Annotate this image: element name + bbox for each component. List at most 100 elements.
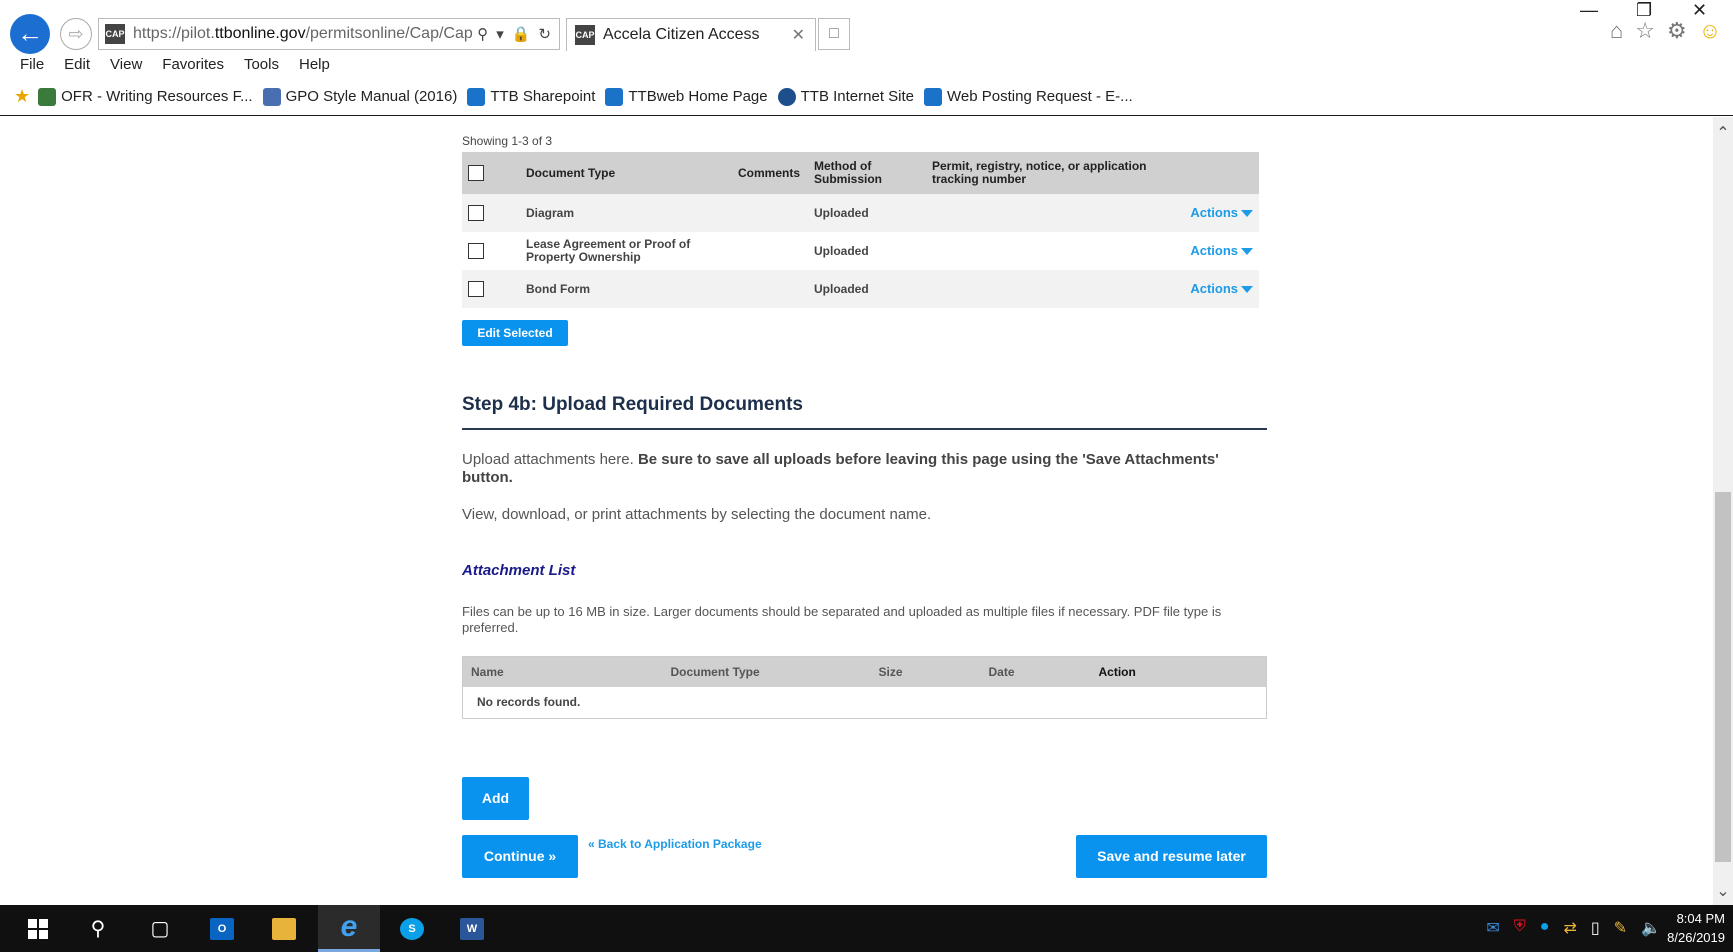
forward-button[interactable]: ⇨: [60, 18, 92, 50]
sharepoint-icon: [605, 87, 624, 106]
sync-icon[interactable]: ⇄: [1563, 918, 1576, 938]
outlook-tray-icon[interactable]: ✉: [1486, 918, 1499, 938]
doc-type: Diagram: [520, 194, 732, 232]
menu-view[interactable]: View: [100, 56, 152, 73]
back-to-package-link[interactable]: « Back to Application Package: [588, 837, 762, 851]
tab-title: Accela Citizen Access: [603, 26, 760, 43]
row-checkbox[interactable]: [468, 281, 484, 297]
col-tracking[interactable]: Permit, registry, notice, or application…: [926, 152, 1164, 194]
col-size[interactable]: Size: [870, 656, 981, 687]
caret-down-icon: [1241, 286, 1253, 294]
save-resume-button[interactable]: Save and resume later: [1076, 835, 1267, 878]
select-all-checkbox[interactable]: [468, 165, 484, 181]
row-checkbox[interactable]: [468, 205, 484, 221]
tab-accela[interactable]: CAP Accela Citizen Access ✕: [566, 18, 816, 51]
add-button[interactable]: Add: [462, 777, 529, 820]
menu-tools[interactable]: Tools: [234, 56, 289, 73]
doc-tracking: [926, 270, 1164, 308]
actions-menu[interactable]: Actions: [1190, 281, 1253, 296]
attachment-list-title: Attachment List: [462, 562, 576, 579]
vertical-scrollbar[interactable]: ⌃ ⌄: [1713, 117, 1733, 905]
windows-icon: [28, 918, 48, 939]
actions-menu[interactable]: Actions: [1190, 205, 1253, 220]
search-icon[interactable]: ⚲: [477, 25, 488, 43]
system-tray: ✉ ⛨ ● ⇄ ▯ ✎ 🔈: [1486, 918, 1661, 938]
word-icon: W: [460, 917, 484, 940]
skype-icon: S: [400, 917, 424, 940]
doc-tracking: [926, 232, 1164, 270]
internet-explorer-app[interactable]: e: [318, 905, 380, 952]
search-taskbar-icon[interactable]: ⚲: [70, 905, 126, 952]
taskbar: ⚲ ▢ O e S W ✉ ⛨ ● ⇄ ▯ ✎ 🔈 8:04 PM 8/26/2…: [0, 905, 1733, 952]
menu-bar: File Edit View Favorites Tools Help: [10, 56, 340, 73]
back-button[interactable]: ←: [10, 14, 50, 54]
clock-date: 8/26/2019: [1667, 930, 1725, 945]
doc-method: Uploaded: [808, 270, 926, 308]
menu-file[interactable]: File: [10, 56, 54, 73]
new-tab-button[interactable]: □: [818, 18, 850, 50]
file-explorer-app[interactable]: [256, 905, 312, 952]
page-title: Step 4b: Upload Required Documents: [462, 394, 803, 415]
gear-icon[interactable]: ⚙: [1667, 18, 1687, 44]
menu-edit[interactable]: Edit: [54, 56, 100, 73]
row-checkbox[interactable]: [468, 243, 484, 259]
start-button[interactable]: [10, 905, 66, 952]
favorite-ttb-sharepoint[interactable]: TTB Sharepoint: [467, 87, 595, 106]
clock-time: 8:04 PM: [1676, 911, 1725, 926]
minimize-icon[interactable]: —: [1580, 0, 1598, 21]
mcafee-icon[interactable]: ⛨: [1514, 918, 1526, 938]
skype-app[interactable]: S: [384, 905, 440, 952]
close-tab-icon[interactable]: ✕: [792, 25, 815, 45]
refresh-icon[interactable]: ↻: [538, 25, 551, 43]
favorite-gpo[interactable]: GPO Style Manual (2016): [262, 87, 457, 106]
col-name[interactable]: Name: [462, 656, 663, 687]
favorite-ttb-internet[interactable]: TTB Internet Site: [777, 87, 914, 106]
col-date[interactable]: Date: [980, 656, 1091, 687]
favorites-star-icon[interactable]: ☆: [1635, 18, 1655, 44]
col-document-type[interactable]: Document Type: [520, 152, 732, 194]
col-action: Action: [1090, 656, 1267, 687]
folder-icon: [272, 917, 296, 940]
scroll-up-icon[interactable]: ⌃: [1713, 123, 1733, 143]
actions-menu[interactable]: Actions: [1190, 243, 1253, 258]
favorites-bar-star-icon[interactable]: ★: [14, 86, 30, 107]
col-comments[interactable]: Comments: [732, 152, 808, 194]
menu-help[interactable]: Help: [289, 56, 340, 73]
skype-tray-icon[interactable]: ●: [1540, 918, 1550, 938]
doc-method: Uploaded: [808, 232, 926, 270]
scrollbar-thumb[interactable]: [1715, 492, 1731, 862]
col-method[interactable]: Method of Submission: [808, 152, 926, 194]
sharepoint-icon: [924, 87, 943, 106]
volume-icon[interactable]: 🔈: [1641, 918, 1661, 938]
usb-icon[interactable]: ▯: [1591, 918, 1600, 938]
lock-icon[interactable]: 🔒: [512, 25, 531, 43]
task-view-icon[interactable]: ▢: [132, 905, 188, 952]
smiley-icon[interactable]: ☺: [1699, 18, 1721, 44]
home-icon[interactable]: ⌂: [1610, 18, 1623, 44]
table-row: Bond Form Uploaded Actions: [462, 270, 1259, 308]
sharepoint-icon: [467, 87, 486, 106]
notes-icon[interactable]: ✎: [1614, 918, 1627, 938]
favorite-ofr[interactable]: OFR - Writing Resources F...: [38, 87, 253, 106]
site-favicon-icon: CAP: [105, 24, 125, 44]
attachments-header-row: Name Document Type Size Date Action: [462, 656, 1267, 687]
table-row: Lease Agreement or Proof of Property Own…: [462, 232, 1259, 270]
col-attachment-type[interactable]: Document Type: [662, 656, 871, 687]
table-row: Diagram Uploaded Actions: [462, 194, 1259, 232]
menu-favorites[interactable]: Favorites: [152, 56, 234, 73]
showing-count: Showing 1-3 of 3: [462, 134, 553, 148]
outlook-app[interactable]: O: [194, 905, 250, 952]
continue-button[interactable]: Continue »: [462, 835, 578, 878]
doc-type: Lease Agreement or Proof of Property Own…: [520, 232, 732, 270]
system-clock[interactable]: 8:04 PM 8/26/2019: [1667, 909, 1725, 947]
favorite-ttbweb[interactable]: TTBweb Home Page: [605, 87, 768, 106]
doc-method: Uploaded: [808, 194, 926, 232]
edit-selected-button[interactable]: Edit Selected: [462, 320, 568, 346]
tab-favicon-icon: CAP: [575, 25, 595, 45]
scroll-down-icon[interactable]: ⌄: [1713, 881, 1733, 901]
favorite-web-posting[interactable]: Web Posting Request - E-...: [924, 87, 1133, 106]
dropdown-icon[interactable]: ▾: [496, 25, 504, 43]
word-app[interactable]: W: [444, 905, 500, 952]
address-bar[interactable]: CAP https://pilot. ttbonline.gov/permitso…: [98, 18, 560, 50]
doc-type: Bond Form: [520, 270, 732, 308]
